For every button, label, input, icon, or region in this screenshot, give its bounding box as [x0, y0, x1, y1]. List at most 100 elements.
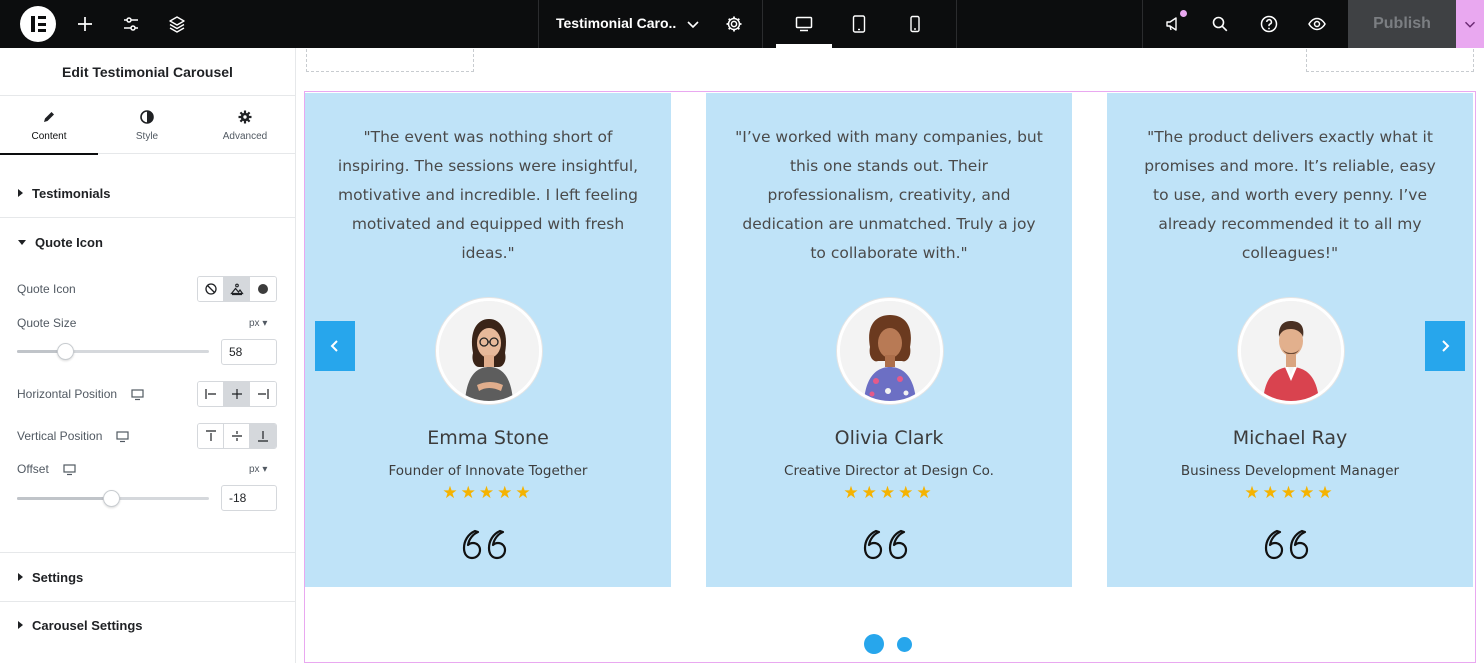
align-end-icon [258, 389, 269, 399]
offset-slider-handle[interactable] [103, 490, 121, 507]
align-bottom-icon [258, 431, 268, 442]
chevron-down-icon[interactable] [679, 10, 707, 38]
testimonial-card: "I’ve worked with many companies, but th… [706, 93, 1072, 587]
caret-right-icon [18, 189, 23, 197]
section-quote-icon-label: Quote Icon [35, 234, 103, 250]
vertical-top-button[interactable] [198, 424, 224, 448]
help-icon[interactable] [1255, 10, 1283, 38]
empty-column-placeholder[interactable] [1306, 48, 1474, 72]
document-title[interactable]: Testimonial Caro... [556, 15, 676, 31]
add-element-icon[interactable] [71, 10, 99, 38]
testimonial-avatar [837, 298, 943, 404]
caret-right-icon [18, 573, 23, 581]
ban-icon [204, 283, 217, 295]
page-settings-gear-icon[interactable] [720, 10, 748, 38]
vertical-bottom-button[interactable] [250, 424, 276, 448]
tablet-view-icon[interactable] [845, 10, 873, 38]
testimonial-role: Creative Director at Design Co. [784, 463, 994, 479]
align-middle-icon [231, 431, 242, 441]
contrast-icon [140, 109, 154, 124]
woman-portrait-icon [840, 301, 940, 401]
desktop-responsive-icon[interactable] [131, 388, 144, 401]
section-settings[interactable]: Settings [0, 553, 296, 601]
quote-size-unit-select[interactable]: px ▾ [249, 318, 267, 329]
section-quote-icon[interactable]: Quote Icon [0, 218, 296, 266]
tab-style[interactable]: Style [98, 96, 196, 154]
chevron-right-icon [1442, 340, 1450, 352]
testimonial-card: "The event was nothing short of inspirin… [305, 93, 671, 587]
offset-input[interactable]: -18 [221, 485, 277, 511]
horizontal-end-button[interactable] [250, 382, 276, 406]
structure-layers-icon[interactable] [163, 10, 191, 38]
editor-topbar: Testimonial Caro... Publish [0, 0, 1484, 48]
search-icon[interactable] [1206, 10, 1234, 38]
vertical-position-label: Vertical Position [17, 429, 129, 443]
section-settings-label: Settings [32, 569, 84, 585]
tab-content[interactable]: Content [0, 96, 98, 155]
align-start-icon [204, 389, 216, 399]
quote-icon-custom-button[interactable] [250, 277, 276, 301]
quote-size-label: Quote Size [17, 316, 77, 330]
carousel-prev-button[interactable] [315, 321, 355, 371]
quote-icon-label: Quote Icon [17, 282, 76, 296]
quote-size-input[interactable]: 58 [221, 339, 277, 365]
panel-title: Edit Testimonial Carousel [0, 48, 295, 96]
quote-icon-image-button[interactable] [224, 277, 250, 301]
section-carousel-settings-label: Carousel Settings [32, 617, 143, 633]
preview-canvas: "The event was nothing short of inspirin… [296, 48, 1484, 663]
section-carousel-settings[interactable]: Carousel Settings [0, 601, 296, 649]
vertical-position-label-text: Vertical Position [17, 429, 103, 443]
testimonial-avatar [1238, 298, 1344, 404]
horizontal-center-button[interactable] [224, 382, 250, 406]
testimonial-role: Business Development Manager [1180, 463, 1400, 479]
offset-unit-label: px [249, 464, 260, 475]
testimonial-quote: "The event was nothing short of inspirin… [337, 128, 639, 262]
tab-advanced[interactable]: Advanced [196, 96, 294, 154]
filled-circle-icon [258, 284, 268, 294]
carousel-next-button[interactable] [1425, 321, 1465, 371]
tab-advanced-label: Advanced [222, 130, 268, 142]
section-testimonials-label: Testimonials [32, 185, 111, 201]
horizontal-position-label-text: Horizontal Position [17, 387, 118, 401]
elementor-logo-icon[interactable] [20, 6, 56, 42]
testimonial-avatar [436, 298, 542, 404]
quote-size-slider-handle[interactable] [57, 343, 74, 360]
pagination-dot[interactable] [897, 637, 912, 652]
align-top-icon [205, 430, 216, 441]
quote-mark-icon [863, 529, 908, 560]
quote-icon-none-button[interactable] [198, 277, 224, 301]
testimonial-name: Michael Ray [1232, 427, 1348, 449]
man-portrait-icon [1241, 301, 1341, 401]
vertical-position-group [197, 423, 277, 449]
section-testimonials[interactable]: Testimonials [0, 169, 296, 217]
mobile-view-icon[interactable] [901, 10, 929, 38]
chevron-left-icon [330, 340, 338, 352]
offset-slider-fill [17, 497, 112, 500]
site-settings-icon[interactable] [117, 10, 145, 38]
tab-content-label: Content [31, 130, 67, 142]
offset-label-text: Offset [17, 462, 49, 476]
pencil-icon [44, 111, 54, 122]
publish-options-chevron-icon[interactable] [1456, 0, 1484, 48]
empty-column-placeholder[interactable] [306, 48, 474, 72]
desktop-view-icon[interactable] [790, 10, 818, 38]
testimonial-quote: "The product delivers exactly what it pr… [1144, 128, 1436, 262]
pagination-dot-active[interactable] [864, 634, 884, 654]
preview-eye-icon[interactable] [1303, 10, 1331, 38]
gear-icon [238, 110, 252, 123]
rating-stars: ★★★★★ [442, 483, 534, 502]
quote-size-slider[interactable] [17, 343, 209, 360]
offset-slider[interactable] [17, 490, 209, 507]
offset-unit-select[interactable]: px ▾ [249, 464, 267, 475]
woman-portrait-icon [439, 301, 539, 401]
vertical-middle-button[interactable] [224, 424, 250, 448]
panel-tabs: Content Style Advanced [0, 96, 295, 155]
horizontal-position-label: Horizontal Position [17, 387, 144, 401]
quote-icon-choice-group [197, 276, 277, 302]
publish-button[interactable]: Publish [1348, 0, 1456, 48]
testimonial-quote: "I’ve worked with many companies, but th… [735, 128, 1043, 262]
desktop-responsive-icon[interactable] [63, 463, 76, 476]
horizontal-start-button[interactable] [198, 382, 224, 406]
desktop-responsive-icon[interactable] [116, 430, 129, 443]
horizontal-position-group [197, 381, 277, 407]
